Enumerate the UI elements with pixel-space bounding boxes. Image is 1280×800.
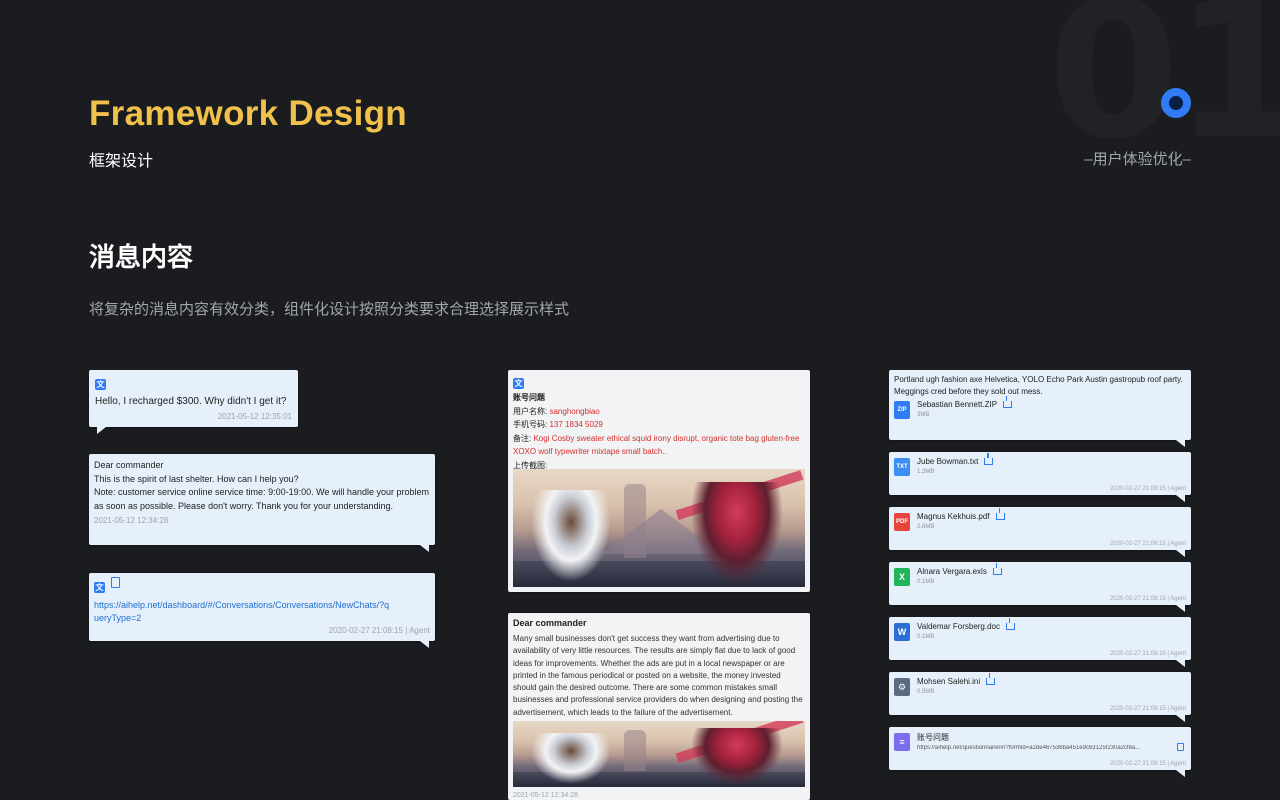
- file-row[interactable]: W Valdemar Forsberg.doc 0.1MB: [894, 618, 1186, 641]
- article-image[interactable]: [513, 721, 805, 787]
- file-meta: 2020-02-27 21:08:15 | Agent: [1110, 761, 1186, 767]
- article-body: Many small businesses don't get success …: [513, 634, 803, 717]
- settings-file-icon: ⚙: [894, 678, 910, 696]
- page-subtitle: 框架设计: [89, 153, 154, 170]
- file-meta: 2020-02-27 21:08:15 | Agent: [1110, 596, 1186, 602]
- file-size: 3MB: [917, 412, 930, 418]
- download-icon[interactable]: [995, 508, 1005, 520]
- word-file-icon: W: [894, 623, 910, 641]
- message-line: This is the spirit of last shelter. How …: [94, 473, 299, 484]
- section-title: 消息内容: [89, 242, 194, 272]
- file-name: Magnus Kekhuis.pdf: [917, 512, 990, 521]
- username-value: sanghongbiao: [549, 406, 600, 416]
- file-message-bubble: PDF Magnus Kekhuis.pdf 2.6MB 2020-02-27 …: [889, 507, 1191, 557]
- file-size: 1.3MB: [917, 469, 935, 475]
- file-name: Sebastian Bennett.ZIP: [917, 400, 998, 409]
- file-name: Valdemar Forsberg.doc: [917, 622, 1000, 631]
- intro-text: Portland ugh fashion axe Helvetica, YOLO…: [894, 375, 1183, 396]
- message-meta: 2020-02-27 21:08:15 | Agent: [328, 626, 430, 635]
- file-size: 0.1MB: [917, 634, 935, 640]
- user-message-bubble: 文 Hello, I recharged $300. Why didn't I …: [89, 370, 298, 434]
- article-message-bubble: Dear commander Many small businesses don…: [508, 613, 810, 800]
- file-size: 0.5MB: [917, 689, 935, 695]
- download-icon[interactable]: [1003, 396, 1013, 408]
- copy-icon[interactable]: [1177, 743, 1184, 751]
- agent-message-bubble: Dear commander This is the spirit of las…: [89, 454, 435, 552]
- download-icon[interactable]: [1006, 618, 1015, 630]
- translate-icon[interactable]: 文: [513, 378, 524, 389]
- file-meta: 2020-02-27 21:08:15 | Agent: [1110, 706, 1186, 712]
- download-icon[interactable]: [986, 673, 996, 685]
- tagline: –用户体验优化–: [1084, 151, 1191, 168]
- form-message-bubble: 文 账号问题 用户名称: sanghongbiao 手机号码: 137 1834…: [508, 370, 810, 592]
- download-icon[interactable]: [984, 453, 994, 465]
- file-meta: 2020-02-27 21:08:15 | Agent: [1110, 486, 1186, 492]
- message-greeting: Dear commander: [94, 460, 164, 470]
- message-link[interactable]: https://aihelp.net/dashboard/#/Conversat…: [94, 599, 394, 625]
- note-value: Kogi Cosby sweater ethical squid irony d…: [513, 433, 800, 457]
- pdf-file-icon: PDF: [894, 513, 910, 531]
- message-text: Hello, I recharged $300. Why didn't I ge…: [95, 396, 287, 407]
- file-message-bubble: TXT Jube Bowman.txt 1.3MB 2020-02-27 21:…: [889, 452, 1191, 502]
- zip-file-icon: ZIP: [894, 401, 910, 419]
- file-row[interactable]: ⚙ Mohsen Salehi.ini 0.5MB: [894, 673, 1186, 696]
- uploaded-screenshot-image[interactable]: [513, 469, 805, 587]
- document-icon[interactable]: [111, 577, 120, 588]
- questionnaire-message-bubble: ≡ 账号问题 https://aihelp.net/questionnaire/…: [889, 727, 1191, 777]
- file-size: 2.6MB: [917, 524, 935, 530]
- message-time: 2021-05-12 12:35:01: [217, 412, 292, 421]
- questionnaire-title: 账号问题: [917, 733, 949, 742]
- article-title: Dear commander: [513, 618, 587, 628]
- questionnaire-link[interactable]: https://aihelp.net/questionnaire/#/?form…: [917, 745, 1175, 751]
- excel-file-icon: X: [894, 568, 910, 586]
- file-message-bubble: ⚙ Mohsen Salehi.ini 0.5MB 2020-02-27 21:…: [889, 672, 1191, 722]
- username-label: 用户名称:: [513, 406, 548, 416]
- page-title: Framework Design: [89, 94, 407, 133]
- accent-dot-icon: [1161, 88, 1191, 118]
- link-message-bubble: 文 https://aihelp.net/dashboard/#/Convers…: [89, 573, 435, 648]
- file-row[interactable]: ZIP Sebastian Bennett.ZIP 3MB: [894, 396, 1186, 419]
- file-message-bubble: Portland ugh fashion axe Helvetica, YOLO…: [889, 370, 1191, 447]
- translate-icon[interactable]: 文: [94, 582, 105, 593]
- file-name: Jube Bowman.txt: [917, 457, 979, 466]
- file-meta: 2020-02-27 21:08:15 | Agent: [1110, 541, 1186, 547]
- file-meta: 2020-02-27 21:08:15 | Agent: [1110, 651, 1186, 657]
- file-name: Alnara Vergara.exls: [917, 567, 987, 576]
- file-row[interactable]: TXT Jube Bowman.txt 1.3MB: [894, 453, 1186, 476]
- file-name: Mohsen Salehi.ini: [917, 677, 981, 686]
- section-description: 将复杂的消息内容有效分类，组件化设计按照分类要求合理选择展示样式: [89, 301, 570, 318]
- questionnaire-row[interactable]: ≡ 账号问题 https://aihelp.net/questionnaire/…: [894, 732, 1186, 751]
- form-title: 账号问题: [513, 393, 545, 402]
- article-time: 2021-05-12 12:34:28: [513, 792, 578, 799]
- file-row[interactable]: X Alnara Vergara.exls 0.1MB: [894, 563, 1186, 586]
- file-row[interactable]: PDF Magnus Kekhuis.pdf 2.6MB: [894, 508, 1186, 531]
- message-time: 2021-05-12 12:34:28: [94, 516, 169, 525]
- file-size: 0.1MB: [917, 579, 935, 585]
- phone-value: 137 1834 5029: [549, 420, 603, 429]
- txt-file-icon: TXT: [894, 458, 910, 476]
- download-icon[interactable]: [992, 563, 1002, 575]
- file-message-bubble: X Alnara Vergara.exls 0.1MB 2020-02-27 2…: [889, 562, 1191, 612]
- file-message-bubble: W Valdemar Forsberg.doc 0.1MB 2020-02-27…: [889, 617, 1191, 667]
- questionnaire-icon: ≡: [894, 733, 910, 751]
- phone-label: 手机号码:: [513, 420, 548, 429]
- translate-icon[interactable]: 文: [95, 379, 106, 390]
- message-note: Note: customer service online service ti…: [94, 487, 429, 511]
- note-label: 备注:: [513, 433, 532, 443]
